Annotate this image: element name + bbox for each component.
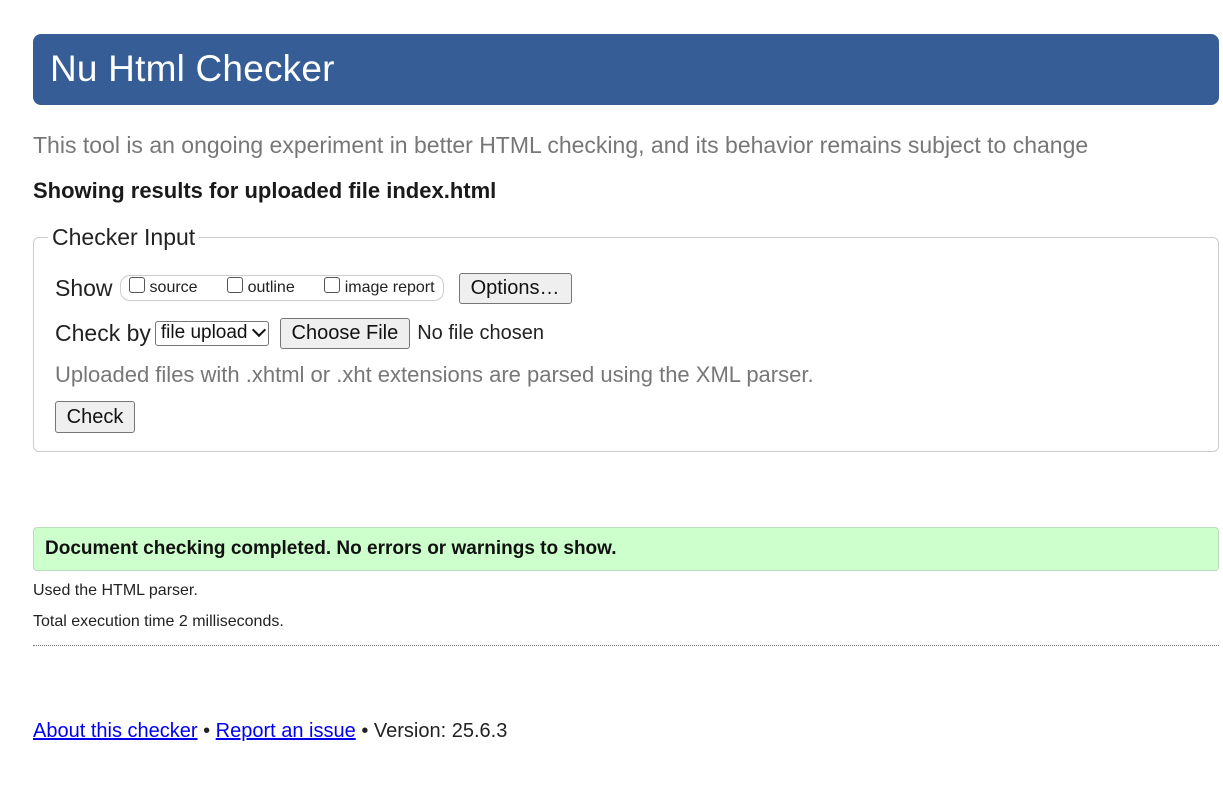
page: Nu Html Checker This tool is an ongoing … xyxy=(0,0,1223,812)
footer-separator-1: • xyxy=(203,720,211,742)
execution-time-info: Total execution time 2 milliseconds. xyxy=(33,613,284,630)
check-by-row: Check by file upload Choose File No file… xyxy=(55,317,544,349)
show-options-group: source outline image report xyxy=(119,275,444,301)
check-by-label: Check by xyxy=(55,319,151,346)
show-label: Show xyxy=(55,274,113,301)
outline-checkbox[interactable] xyxy=(226,277,243,293)
results-heading: Showing results for uploaded file index.… xyxy=(33,178,497,203)
source-checkbox-label: source xyxy=(149,279,198,296)
checker-input-legend: Checker Input xyxy=(52,224,196,250)
parser-info: Used the HTML parser. xyxy=(33,582,198,599)
show-outline-option[interactable]: outline xyxy=(226,277,295,297)
page-title: Nu Html Checker xyxy=(50,48,335,89)
footer-separator-2: • xyxy=(361,720,369,742)
about-checker-link[interactable]: About this checker xyxy=(33,720,198,742)
version-text: Version: 25.6.3 xyxy=(373,720,508,742)
chevron-down-icon xyxy=(251,322,266,338)
show-row: Show source outline image report Options… xyxy=(55,272,572,304)
image-report-checkbox-label: image report xyxy=(344,279,435,296)
header-banner: Nu Html Checker xyxy=(33,34,1219,105)
show-image-report-option[interactable]: image report xyxy=(323,277,435,297)
footer: About this checker • Report an issue • V… xyxy=(33,720,507,743)
outline-checkbox-label: outline xyxy=(247,279,295,296)
choose-file-button[interactable]: Choose File xyxy=(279,317,411,349)
xml-parser-note: Uploaded files with .xhtml or .xht exten… xyxy=(55,362,814,387)
options-button[interactable]: Options… xyxy=(458,272,572,304)
check-by-select[interactable]: file upload xyxy=(154,320,269,346)
file-status-text: No file chosen xyxy=(417,321,544,344)
image-report-checkbox[interactable] xyxy=(323,277,340,293)
divider xyxy=(33,645,1219,646)
tagline: This tool is an ongoing experiment in be… xyxy=(33,132,1089,158)
source-checkbox[interactable] xyxy=(128,277,145,293)
report-issue-link[interactable]: Report an issue xyxy=(216,720,356,742)
success-message: Document checking completed. No errors o… xyxy=(45,538,617,559)
check-by-selected-value: file upload xyxy=(160,322,248,343)
show-source-option[interactable]: source xyxy=(128,277,198,297)
check-button[interactable]: Check xyxy=(55,401,135,433)
success-message-box: Document checking completed. No errors o… xyxy=(33,527,1219,571)
